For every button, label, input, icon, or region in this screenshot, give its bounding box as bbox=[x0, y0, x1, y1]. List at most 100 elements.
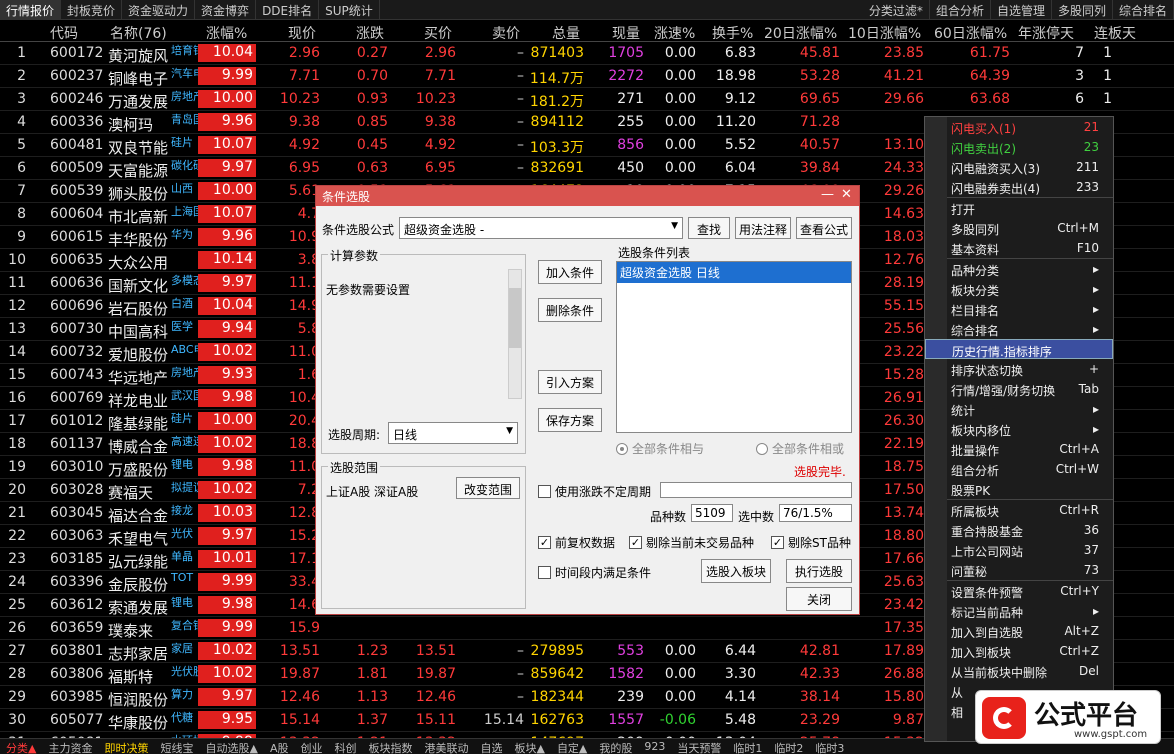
menu-item[interactable]: 闪电融资买入(3) 211 bbox=[925, 157, 1113, 177]
condition-list-item[interactable]: 超级资金选股 日线 bbox=[617, 262, 851, 283]
status-tab[interactable]: 临时2 bbox=[768, 739, 809, 754]
menu-item[interactable]: 组合分析 Ctrl+W bbox=[925, 459, 1113, 479]
tab-3[interactable]: 资金博弈 bbox=[195, 0, 257, 20]
save-plan-button[interactable]: 保存方案 bbox=[538, 408, 602, 432]
column-header[interactable]: 10日涨幅% bbox=[848, 23, 921, 43]
find-button[interactable]: 查找 bbox=[688, 217, 730, 239]
params-scrollbar[interactable] bbox=[508, 269, 522, 399]
status-tab[interactable]: A股 bbox=[264, 739, 295, 754]
menu-item[interactable]: 板块内移位 ▸ bbox=[925, 419, 1113, 439]
import-plan-button[interactable]: 引入方案 bbox=[538, 370, 602, 394]
status-tab[interactable]: 短线宝 bbox=[154, 739, 199, 754]
status-tab[interactable]: 港美联动 bbox=[418, 739, 474, 754]
formula-select[interactable]: 超级资金选股 - ▼ bbox=[399, 217, 683, 239]
tab-4[interactable]: DDE排名 bbox=[256, 0, 320, 20]
close-button[interactable]: 关闭 bbox=[786, 587, 852, 611]
column-header[interactable]: 换手% bbox=[712, 23, 753, 43]
menu-item[interactable]: 所属板块 Ctrl+R bbox=[925, 500, 1113, 520]
scroll-thumb[interactable] bbox=[509, 288, 521, 348]
menu-item[interactable]: 闪电卖出(2) 23 bbox=[925, 137, 1113, 157]
dialog-close-icon[interactable]: ✕ bbox=[841, 187, 852, 202]
use-period-checkbox[interactable]: 使用涨跌不定周期 bbox=[538, 483, 651, 500]
execute-button[interactable]: 执行选股 bbox=[786, 559, 852, 583]
status-tab[interactable]: 板块指数 bbox=[362, 739, 418, 754]
column-header[interactable]: 现价 bbox=[288, 23, 316, 43]
table-row[interactable]: 3 600246 万通发展 房地产 10.00 10.23 0.93 10.23–181.2万… bbox=[0, 88, 1174, 111]
column-header[interactable]: 卖价 bbox=[492, 23, 520, 43]
status-tab[interactable]: 自动选股▲ bbox=[199, 739, 263, 754]
radio-and[interactable]: 全部条件相与 bbox=[616, 440, 704, 457]
tab-5[interactable]: SUP统计 bbox=[319, 0, 380, 20]
status-tab[interactable]: 主力资金 bbox=[42, 739, 98, 754]
right-tab-4[interactable]: 综合排名 bbox=[1113, 0, 1174, 20]
exclude-untraded-checkbox[interactable]: ✓ 剔除当前未交易品种 bbox=[629, 534, 754, 551]
column-header[interactable]: 60日涨幅% bbox=[934, 23, 1007, 43]
menu-item[interactable]: 从当前板块中删除 Del bbox=[925, 661, 1113, 681]
status-tab[interactable]: 板块▲ bbox=[508, 739, 550, 754]
menu-item[interactable]: 板块分类 ▸ bbox=[925, 279, 1113, 299]
period-input[interactable] bbox=[660, 482, 852, 498]
status-tab[interactable]: 即时决策 bbox=[98, 739, 154, 754]
status-tab[interactable]: 临时1 bbox=[727, 739, 768, 754]
tab-0[interactable]: 行情报价 bbox=[0, 0, 62, 20]
column-header[interactable]: 20日涨幅% bbox=[764, 23, 837, 43]
menu-item[interactable]: 多股同列 Ctrl+M bbox=[925, 218, 1113, 238]
menu-item[interactable]: 闪电买入(1) 21 bbox=[925, 117, 1113, 137]
menu-item[interactable]: 加入到板块 Ctrl+Z bbox=[925, 641, 1113, 661]
menu-item[interactable]: 重合持股基金 36 bbox=[925, 520, 1113, 540]
column-header[interactable]: 现量 bbox=[612, 23, 640, 43]
menu-item[interactable]: 批量操作 Ctrl+A bbox=[925, 439, 1113, 459]
radio-or[interactable]: 全部条件相或 bbox=[756, 440, 844, 457]
right-tab-0[interactable]: 分类过滤* bbox=[863, 0, 930, 20]
status-tab[interactable]: 分类▲ bbox=[0, 739, 42, 754]
menu-item[interactable]: 综合排名 ▸ bbox=[925, 319, 1113, 339]
status-tab[interactable]: 923 bbox=[638, 739, 671, 754]
menu-item[interactable]: 品种分类 ▸ bbox=[925, 259, 1113, 279]
time-checkbox[interactable]: 时间段内满足条件 bbox=[538, 564, 651, 581]
menu-item[interactable]: 排序状态切换 + bbox=[925, 359, 1113, 379]
menu-item[interactable]: 打开 bbox=[925, 198, 1113, 218]
dialog-minimize-icon[interactable]: — bbox=[821, 187, 834, 202]
menu-item[interactable]: 历史行情.指标排序 bbox=[925, 339, 1113, 359]
column-header[interactable]: 年涨停天 bbox=[1018, 23, 1074, 43]
usage-button[interactable]: 用法注释 bbox=[735, 217, 791, 239]
menu-item[interactable]: 行情/增强/财务切换 Tab bbox=[925, 379, 1113, 399]
column-header[interactable]: 名称(76) bbox=[110, 23, 167, 43]
right-tab-2[interactable]: 自选管理 bbox=[991, 0, 1052, 20]
add-condition-button[interactable]: 加入条件 bbox=[538, 260, 602, 284]
change-range-button[interactable]: 改变范围 bbox=[456, 477, 520, 499]
column-header[interactable]: 涨跌 bbox=[356, 23, 384, 43]
menu-item[interactable]: 闪电融券卖出(4) 233 bbox=[925, 177, 1113, 197]
view-formula-button[interactable]: 查看公式 bbox=[796, 217, 852, 239]
status-tab[interactable]: 当天预警 bbox=[671, 739, 727, 754]
right-tab-1[interactable]: 组合分析 bbox=[930, 0, 991, 20]
condition-list[interactable]: 超级资金选股 日线 bbox=[616, 261, 852, 433]
column-header[interactable]: 涨速% bbox=[654, 23, 695, 43]
table-row[interactable]: 2 600237 铜峰电子 汽车电 9.99 7.71 0.70 7.71–114.7万 227… bbox=[0, 65, 1174, 88]
column-header[interactable]: 买价 bbox=[424, 23, 452, 43]
status-tab[interactable]: 我的股 bbox=[593, 739, 638, 754]
status-tab[interactable]: 创业 bbox=[294, 739, 328, 754]
column-header[interactable]: 总量 bbox=[552, 23, 580, 43]
menu-item[interactable]: 问董秘 73 bbox=[925, 560, 1113, 580]
tab-1[interactable]: 封板竞价 bbox=[61, 0, 123, 20]
menu-item[interactable]: 栏目排名 ▸ bbox=[925, 299, 1113, 319]
right-tab-3[interactable]: 多股同列 bbox=[1052, 0, 1113, 20]
menu-item[interactable]: 上市公司网站 37 bbox=[925, 540, 1113, 560]
menu-item[interactable]: 加入到自选股 Alt+Z bbox=[925, 621, 1113, 641]
menu-item[interactable]: 基本资料 F10 bbox=[925, 238, 1113, 258]
column-header[interactable]: 连板天 bbox=[1094, 23, 1136, 43]
column-header[interactable]: 代码 bbox=[50, 23, 78, 43]
status-tab[interactable]: 自选 bbox=[474, 739, 508, 754]
prefq-checkbox[interactable]: ✓ 前复权数据 bbox=[538, 534, 615, 551]
tab-2[interactable]: 资金驱动力 bbox=[122, 0, 196, 20]
column-header[interactable]: 涨幅% bbox=[206, 23, 247, 43]
menu-item[interactable]: 标记当前品种 ▸ bbox=[925, 601, 1113, 621]
delete-condition-button[interactable]: 删除条件 bbox=[538, 298, 602, 322]
table-row[interactable]: 1 600172 黄河旋风 培育钻 10.04 2.96 0.27 2.96–871403 17… bbox=[0, 42, 1174, 65]
period-select[interactable]: 日线 ▼ bbox=[388, 422, 518, 444]
status-tab[interactable]: 自定▲ bbox=[551, 739, 593, 754]
status-tab[interactable]: 临时3 bbox=[809, 739, 850, 754]
into-block-button[interactable]: 选股入板块 bbox=[701, 559, 771, 583]
exclude-st-checkbox[interactable]: ✓ 剔除ST品种 bbox=[771, 534, 851, 551]
